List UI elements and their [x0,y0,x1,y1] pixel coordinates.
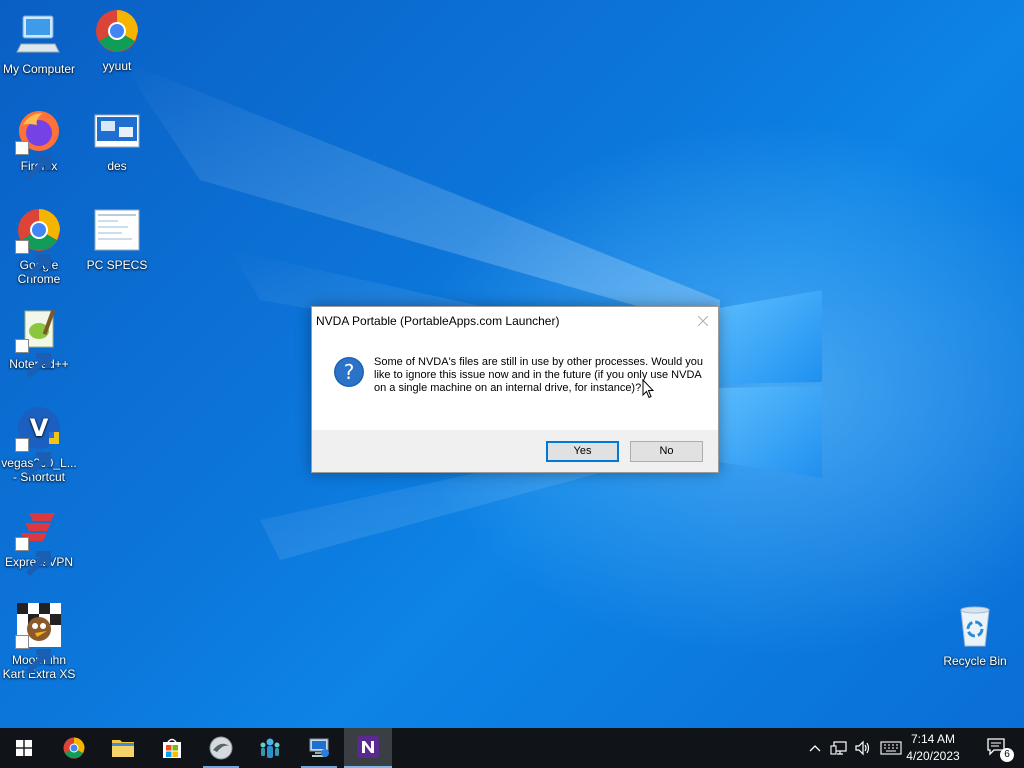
desktop-icon-google-chrome[interactable]: Google Chrome [0,206,78,286]
dialog-message: Some of NVDA's files are still in use by… [374,356,703,394]
taskbar-file-explorer[interactable] [99,728,147,768]
desktop-icon-firefox[interactable]: Firefox [0,107,78,181]
taskbar-chrome[interactable] [50,728,98,768]
shortcut-arrow-icon [15,635,51,675]
start-button[interactable] [0,728,48,768]
shortcut-arrow-icon [15,438,51,478]
desktop-icon-recycle-bin[interactable]: Recycle Bin [936,602,1014,668]
desktop-icon-label: PC SPECS [86,258,148,272]
desktop-icon-vegas[interactable]: V vegas200_L... - Shortcut [0,404,78,484]
folder-icon [112,740,134,757]
taskbar-microsoft-store[interactable] [148,728,196,768]
dialog-title: NVDA Portable (PortableApps.com Launcher… [316,314,560,328]
computer-icon [309,738,329,757]
recycle-bin-icon [951,602,999,650]
svg-text:V: V [30,414,49,442]
desktop-icon-des[interactable]: des [78,107,156,173]
round-app-icon [209,736,233,760]
dialog-button-bar: Yes No [312,430,718,472]
chrome-icon [15,206,63,280]
desktop-icon-label: My Computer [2,62,76,76]
action-center-button[interactable]: 6 [986,736,1014,762]
desktop-icon-pc-specs[interactable]: PC SPECS [78,206,156,272]
svg-text:?: ? [344,360,355,384]
nvda-icon [357,736,379,758]
people-icon [260,738,280,758]
document-thumbnail-icon [93,206,141,254]
clock-date: 4/20/2023 [906,749,960,763]
mouse-cursor-icon [642,379,654,399]
taskbar-nvda[interactable] [344,728,392,768]
desktop-icon-label: Recycle Bin [943,654,1007,668]
desktop-icon-moorhuhn[interactable]: Moorhuhn Kart Extra XS [0,601,78,681]
taskbar-computer-app[interactable] [295,728,343,768]
show-hidden-icons-chevron-icon[interactable] [806,739,824,757]
shortcut-arrow-icon [15,537,51,577]
desktop-icon-my-computer[interactable]: My Computer [0,10,78,76]
desktop-icon-label: des [107,159,127,173]
taskbar-round-app[interactable] [197,728,245,768]
question-icon: ? [333,356,365,388]
shortcut-arrow-icon [15,240,51,280]
vegas-icon: V [15,404,63,478]
store-icon [163,738,181,758]
dialog-body: ? Some of NVDA's files are still in use … [312,336,718,430]
yes-button[interactable]: Yes [546,441,619,462]
network-icon[interactable] [830,739,848,757]
firefox-icon [15,107,63,181]
screenshot-file-icon [93,107,141,155]
no-button[interactable]: No [630,441,703,462]
notepad-plus-plus-icon [15,305,63,379]
shortcut-arrow-icon [15,339,51,379]
clock[interactable]: 7:14 AM 4/20/2023 [898,731,968,765]
windows-logo-icon [16,740,32,756]
taskbar: 7:14 AM 4/20/2023 6 [0,728,1024,768]
clock-time: 7:14 AM [910,732,956,746]
shortcut-arrow-icon [15,141,51,181]
taskbar-people-app[interactable] [246,728,294,768]
computer-icon [15,10,63,58]
desktop-icon-expressvpn[interactable]: ExpressVPN [0,503,78,577]
moorhuhn-kart-icon [15,601,63,675]
notification-count-badge: 6 [1000,748,1014,762]
chrome-icon [63,737,85,759]
chrome-icon [93,7,141,55]
volume-icon[interactable] [854,739,872,757]
nvda-portable-dialog[interactable]: NVDA Portable (PortableApps.com Launcher… [311,306,719,473]
expressvpn-icon [15,503,63,577]
desktop-icon-notepad-plus-plus[interactable]: Notepad++ [0,305,78,379]
desktop-icon-yyuut[interactable]: yyuut [78,7,156,73]
desktop-icon-label: yyuut [102,59,132,73]
close-icon[interactable] [688,307,718,335]
